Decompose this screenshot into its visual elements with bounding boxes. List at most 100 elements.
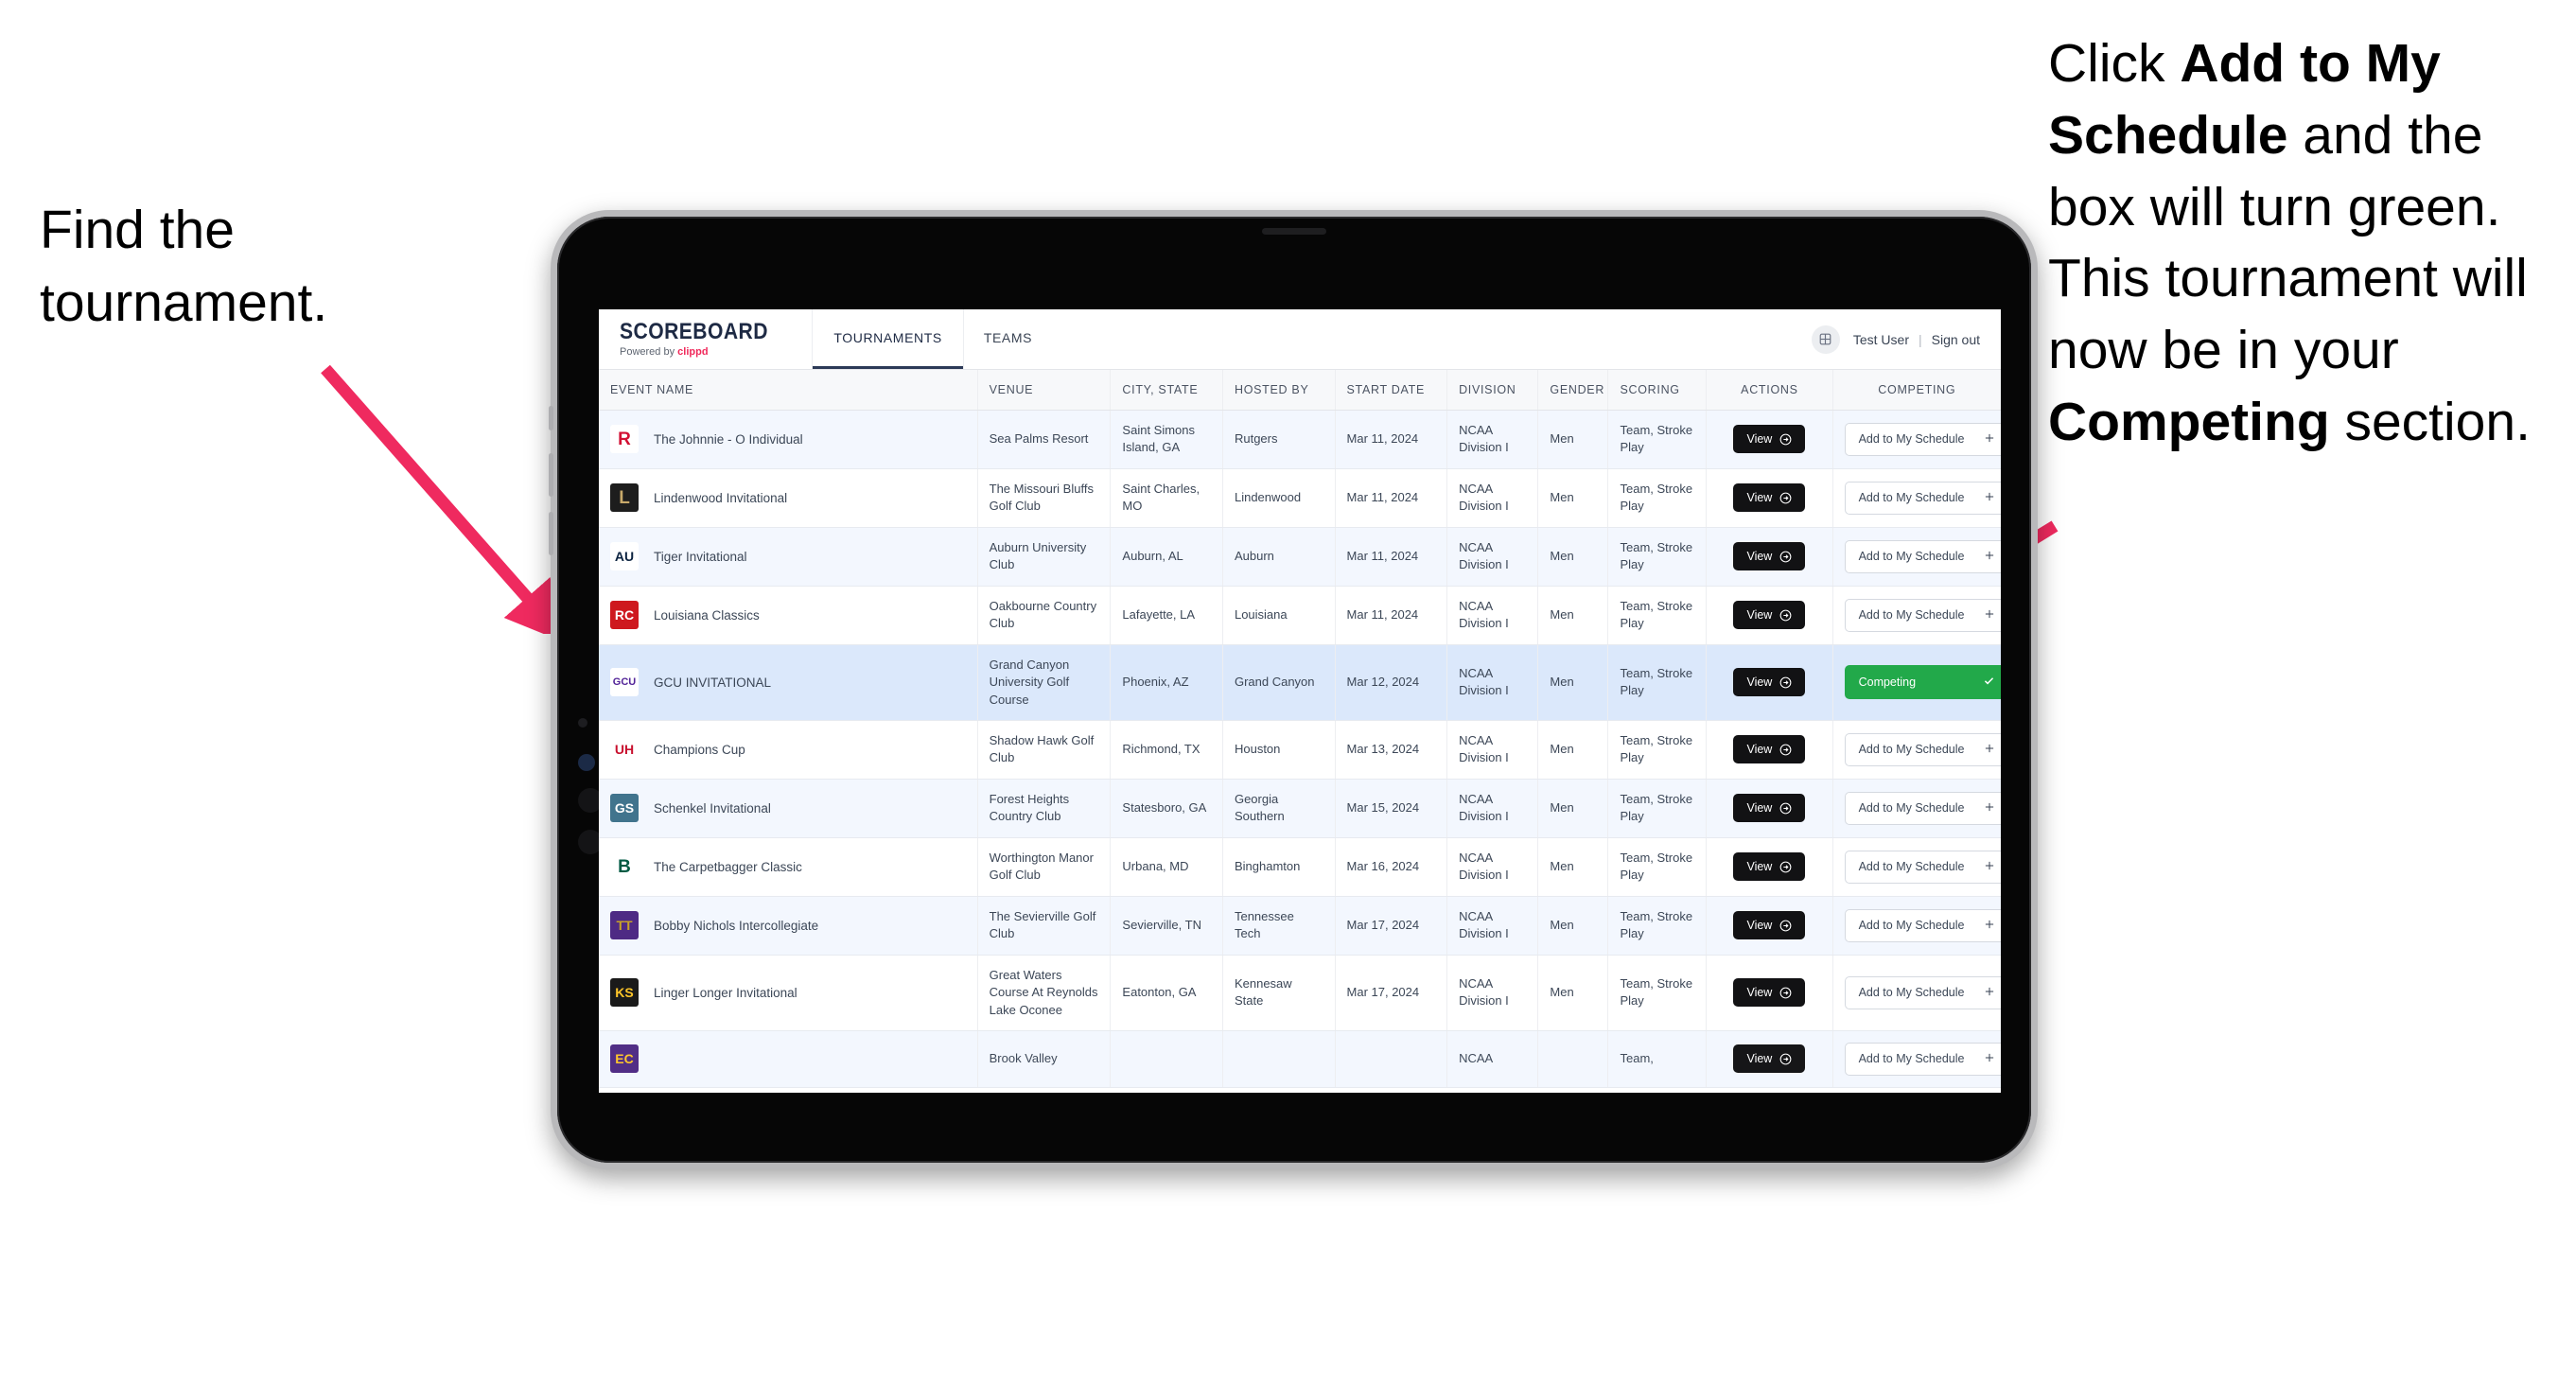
cell-scoring: Team, Stroke Play	[1607, 720, 1708, 780]
tab-tournaments[interactable]: TOURNAMENTS	[813, 309, 963, 369]
add-to-my-schedule-button[interactable]: Add to My Schedule	[1844, 539, 2001, 573]
table-row[interactable]: AU Tiger Invitational Auburn University Cl…	[599, 527, 2001, 587]
add-to-my-schedule-button[interactable]: Add to My Schedule	[1844, 481, 2001, 515]
arrow-circle-right-icon	[1779, 433, 1792, 446]
view-button[interactable]: View	[1733, 852, 1806, 882]
add-to-my-schedule-button[interactable]: Add to My Schedule	[1844, 908, 2001, 942]
add-to-my-schedule-label: Add to My Schedule	[1858, 919, 1965, 933]
annotation-right-seg1: Click	[2048, 33, 2181, 94]
cell-start-date: Mar 15, 2024	[1335, 779, 1448, 838]
cell-start-date: Mar 11, 2024	[1335, 410, 1448, 469]
view-button[interactable]: View	[1733, 978, 1806, 1008]
arrow-circle-right-icon	[1779, 609, 1792, 622]
view-button[interactable]: View	[1733, 735, 1806, 764]
event-name-text: Louisiana Classics	[654, 607, 760, 623]
col-competing: COMPETING	[1832, 370, 2001, 411]
cell-division: NCAA Division I	[1446, 468, 1539, 528]
tab-teams[interactable]: TEAMS	[963, 309, 1053, 369]
cell-hosted-by: Rutgers	[1222, 410, 1336, 469]
user-name: Test User	[1852, 331, 1909, 347]
add-to-my-schedule-label: Add to My Schedule	[1858, 801, 1965, 816]
add-to-my-schedule-button[interactable]: Add to My Schedule	[1844, 850, 2001, 884]
check-icon	[1983, 675, 1995, 690]
cell-city-state: Sevierville, TN	[1110, 896, 1223, 956]
col-hosted-by[interactable]: HOSTED BY	[1222, 370, 1336, 411]
device-button-top[interactable]	[549, 406, 553, 430]
cell-venue: Auburn University Club	[977, 527, 1112, 587]
team-logo-icon: L	[610, 483, 639, 513]
col-scoring[interactable]: SCORING	[1607, 370, 1708, 411]
table-row[interactable]: GS Schenkel Invitational Forest Heights Co…	[599, 779, 2001, 838]
user-separator: |	[1918, 331, 1922, 347]
cell-event-name: GCU GCU INVITATIONAL	[599, 644, 978, 721]
cell-city-state: Richmond, TX	[1110, 720, 1223, 780]
cell-city-state: Eatonton, GA	[1110, 955, 1223, 1031]
view-button[interactable]: View	[1733, 542, 1806, 571]
cell-event-name: AU Tiger Invitational	[599, 527, 978, 587]
arrow-circle-right-icon	[1779, 802, 1792, 815]
competing-button[interactable]: Competing	[1844, 665, 2001, 700]
table-row[interactable]: B The Carpetbagger Classic Worthington Man…	[599, 837, 2001, 897]
cell-competing: Add to My Schedule	[1832, 837, 2001, 897]
cell-event-name: L Lindenwood Invitational	[599, 468, 978, 528]
table-row[interactable]: TT Bobby Nichols Intercollegiate The Sevie…	[599, 896, 2001, 956]
view-button-label: View	[1746, 860, 1773, 874]
volume-up-button[interactable]	[549, 453, 553, 497]
event-name-text: Tiger Invitational	[654, 549, 747, 564]
cell-hosted-by: Houston	[1222, 720, 1336, 780]
view-button[interactable]: View	[1733, 1044, 1806, 1074]
add-to-my-schedule-button[interactable]: Add to My Schedule	[1844, 422, 2001, 456]
cell-division: NCAA Division I	[1446, 779, 1539, 838]
cell-city-state	[1110, 1030, 1223, 1088]
view-button[interactable]: View	[1733, 794, 1806, 823]
arrow-circle-right-icon	[1779, 551, 1792, 563]
table-row[interactable]: GCU GCU INVITATIONAL Grand Canyon Universi…	[599, 644, 2001, 721]
sign-out-link[interactable]: Sign out	[1932, 332, 1980, 347]
tournaments-table-scroll[interactable]: EVENT NAME VENUE CITY, STATE HOSTED BY S…	[599, 370, 2001, 1093]
cell-scoring: Team, Stroke Play	[1607, 468, 1708, 528]
plus-icon	[1984, 919, 1995, 933]
cell-actions: View	[1706, 586, 1833, 645]
table-row[interactable]: UH Champions Cup Shadow Hawk Golf Club Rich…	[599, 720, 2001, 780]
table-row[interactable]: EC Brook Valley NCAA Team, View Add to My Sch…	[599, 1030, 2001, 1088]
brand-logo[interactable]: SCOREBOARD Powered by clippd	[599, 309, 813, 369]
add-to-my-schedule-button[interactable]: Add to My Schedule	[1844, 598, 2001, 632]
col-gender[interactable]: GENDER	[1537, 370, 1609, 411]
grid-icon[interactable]	[1811, 325, 1840, 354]
col-start-date[interactable]: START DATE	[1335, 370, 1448, 411]
cell-competing: Add to My Schedule	[1832, 779, 2001, 838]
view-button[interactable]: View	[1733, 601, 1806, 630]
cell-gender: Men	[1537, 527, 1609, 587]
cell-division: NCAA Division I	[1446, 644, 1539, 721]
event-name-text: Champions Cup	[654, 742, 745, 757]
table-row[interactable]: R The Johnnie - O Individual Sea Palms Res…	[599, 410, 2001, 469]
table-row[interactable]: L Lindenwood Invitational The Missouri Blu…	[599, 468, 2001, 528]
col-event-name[interactable]: EVENT NAME	[599, 370, 978, 411]
view-button[interactable]: View	[1733, 668, 1806, 697]
add-to-my-schedule-button[interactable]: Add to My Schedule	[1844, 1042, 2001, 1076]
add-to-my-schedule-button[interactable]: Add to My Schedule	[1844, 791, 2001, 825]
brand-name: SCOREBOARD	[620, 319, 768, 344]
add-to-my-schedule-button[interactable]: Add to My Schedule	[1844, 732, 2001, 766]
add-to-my-schedule-button[interactable]: Add to My Schedule	[1844, 975, 2001, 1009]
table-row[interactable]: KS Linger Longer Invitational Great Waters…	[599, 955, 2001, 1031]
view-button-label: View	[1746, 986, 1773, 1000]
view-button-label: View	[1746, 801, 1773, 816]
table-row[interactable]: RC Louisiana Classics Oakbourne Country Cl…	[599, 586, 2001, 645]
col-city-state[interactable]: CITY, STATE	[1110, 370, 1223, 411]
view-button[interactable]: View	[1733, 425, 1806, 454]
view-button[interactable]: View	[1733, 911, 1806, 940]
cell-city-state: Urbana, MD	[1110, 837, 1223, 897]
cell-venue: Forest Heights Country Club	[977, 779, 1112, 838]
col-venue[interactable]: VENUE	[977, 370, 1112, 411]
volume-down-button[interactable]	[549, 512, 553, 555]
brand-tagline: Powered by clippd	[620, 347, 788, 358]
brand-powered-prefix: Powered by	[620, 346, 678, 358]
table-header-row: EVENT NAME VENUE CITY, STATE HOSTED BY S…	[599, 370, 2001, 411]
cell-actions: View	[1706, 410, 1833, 469]
col-division[interactable]: DIVISION	[1446, 370, 1539, 411]
view-button-label: View	[1746, 432, 1773, 447]
view-button[interactable]: View	[1733, 483, 1806, 513]
cell-start-date: Mar 11, 2024	[1335, 527, 1448, 587]
cell-scoring: Team,	[1607, 1030, 1708, 1088]
